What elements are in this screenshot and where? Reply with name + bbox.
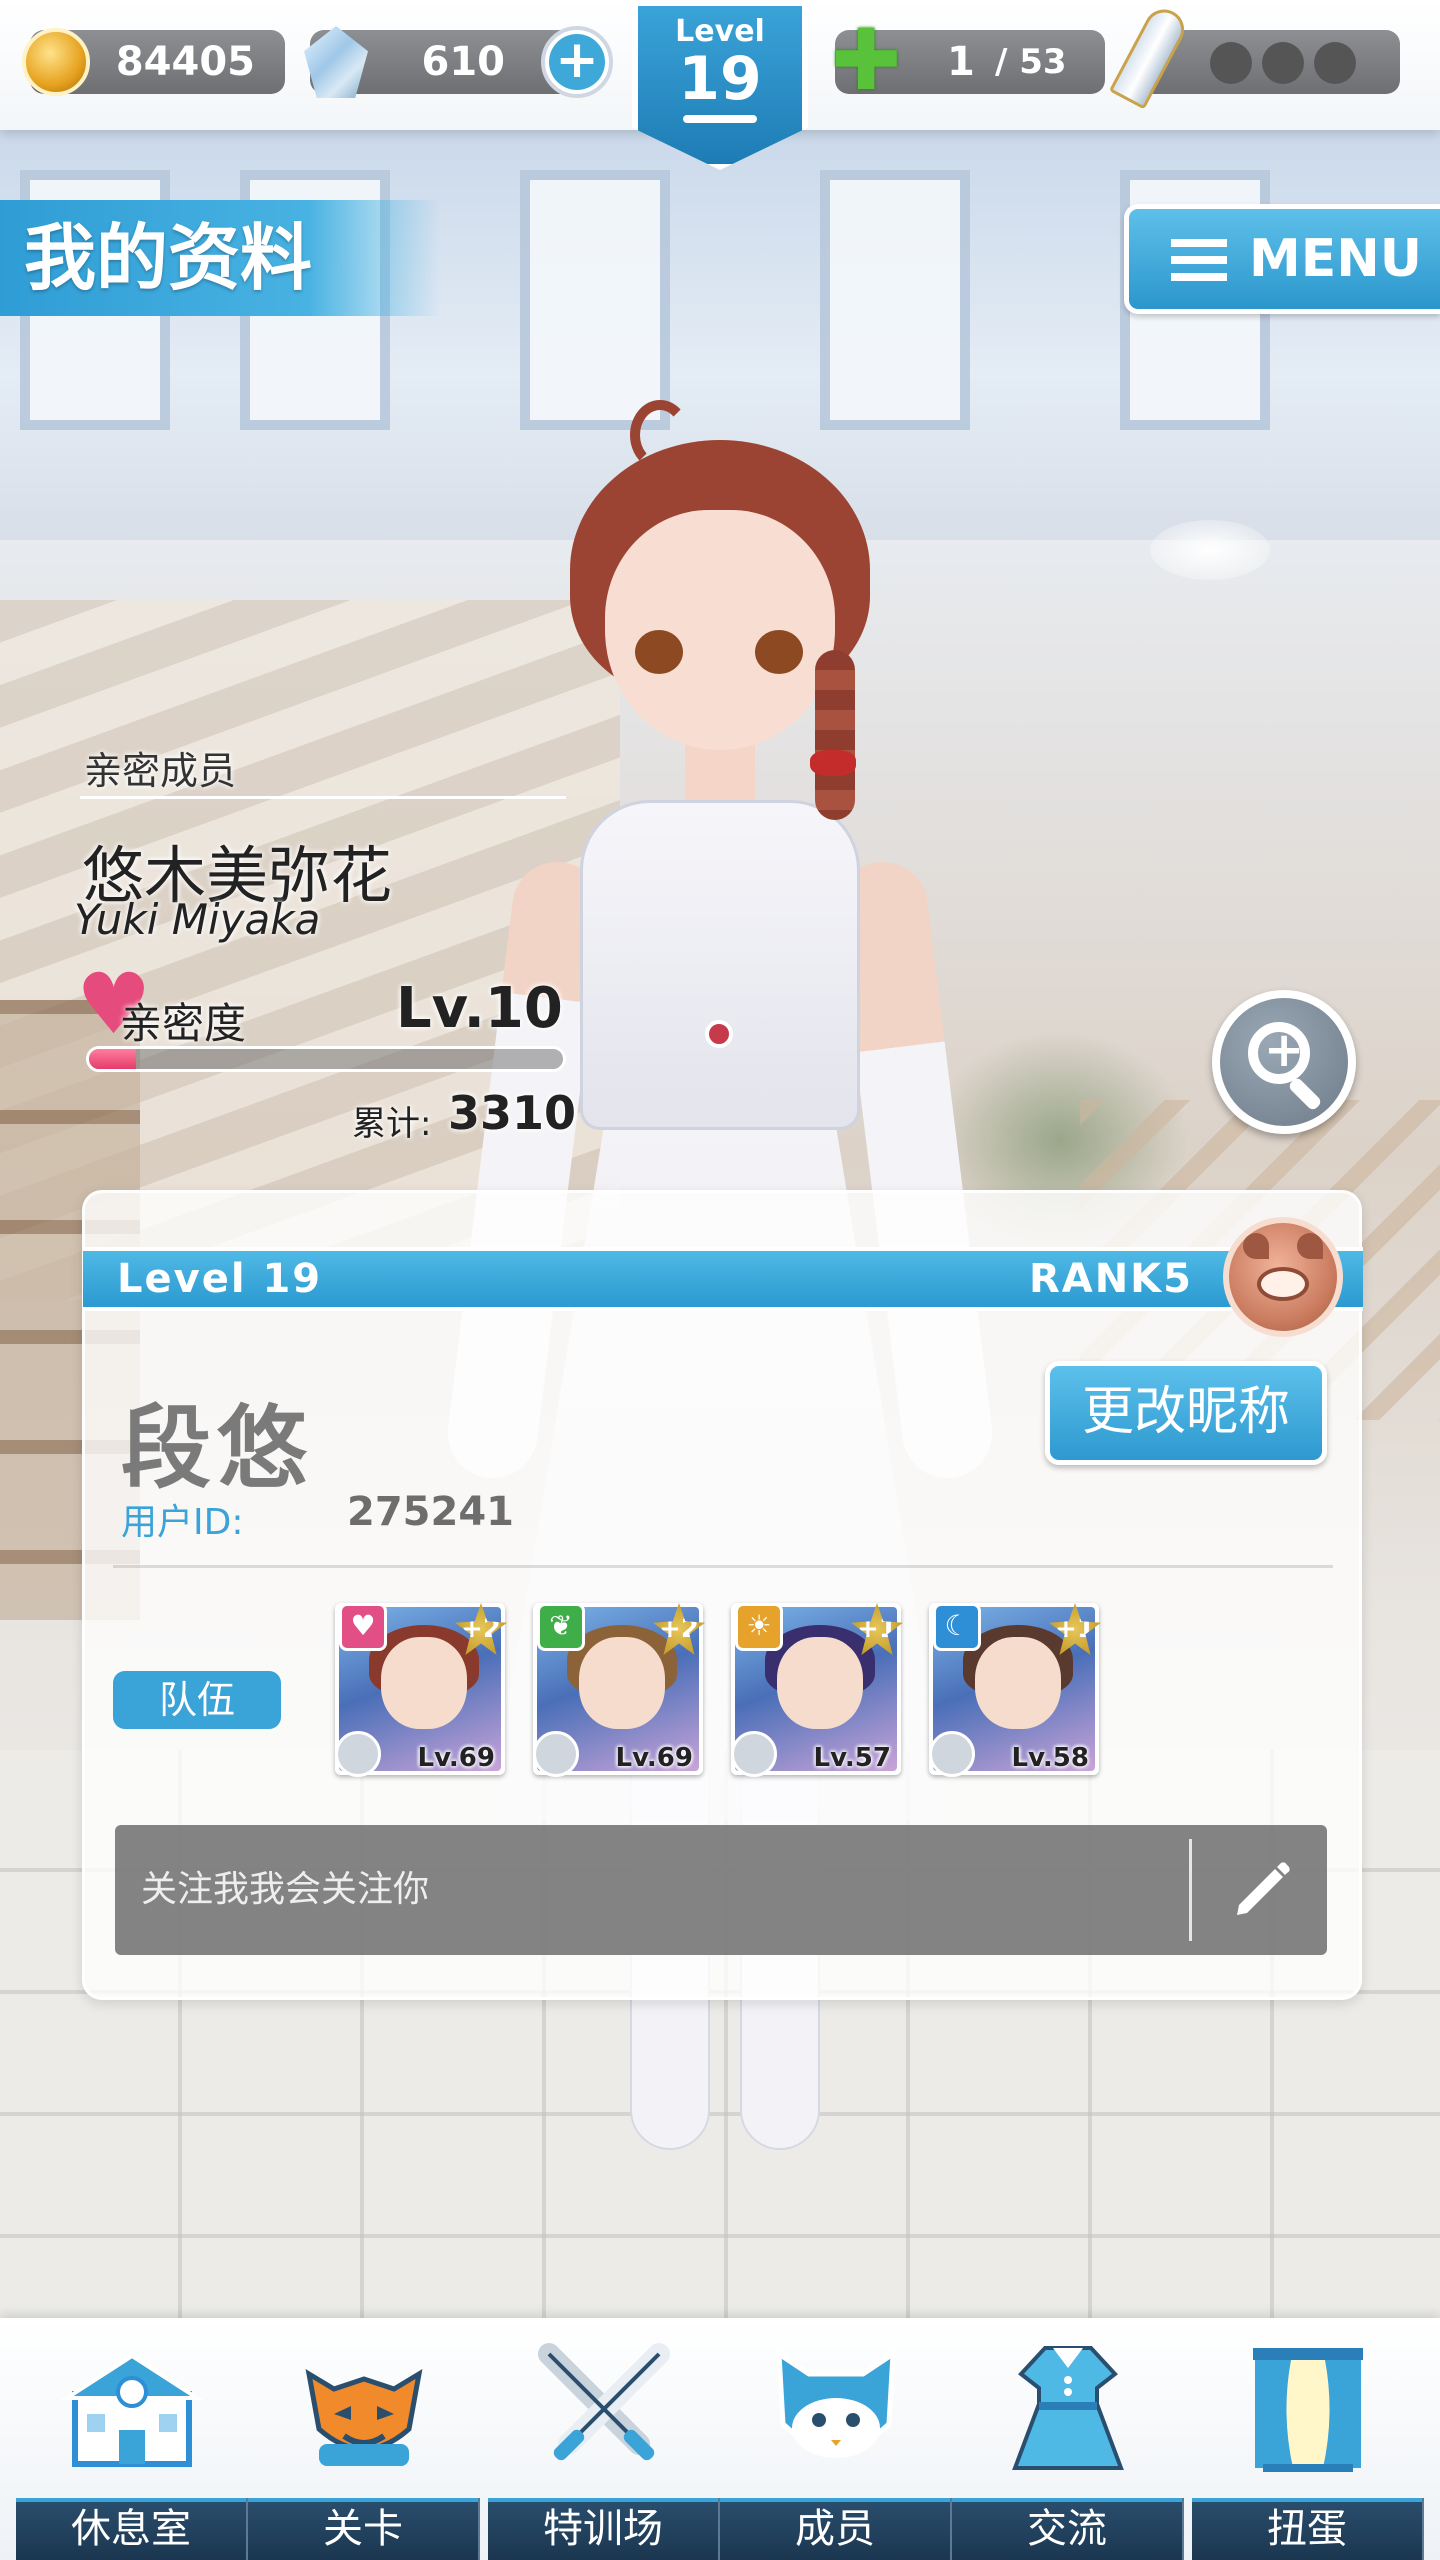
team-card[interactable]: ☀ +1 Lv.57 [731,1603,903,1777]
card-level: Lv.69 [417,1743,495,1773]
leaf-attr-icon: ❦ [537,1603,585,1651]
pencil-edit-icon[interactable] [1227,1853,1297,1923]
nav-stages[interactable]: 关卡 [248,2318,480,2560]
profile-message: 关注我我会关注你 [141,1869,430,1910]
team-card[interactable]: ❦ +2 Lv.69 [533,1603,705,1777]
zoom-button[interactable] [1212,990,1356,1134]
crossed-swords-icon [538,2343,670,2461]
green-plus-icon: ✚ [831,11,902,109]
menu-label: MENU [1249,229,1423,289]
affinity-level: Lv.10 [396,976,563,1041]
gem-value: 610 [421,39,506,85]
coin-value: 84405 [115,39,255,85]
character-name-roman: Yuki Miyaka [74,895,321,944]
affinity-label: 亲密度 [120,999,247,1048]
heart-attr-icon: ♥ [339,1603,387,1651]
curtain-window-icon [1253,2348,1363,2472]
affinity-progress-bar [86,1046,566,1072]
affinity-progress-fill [89,1049,137,1069]
menu-button[interactable]: MENU [1124,204,1440,314]
card-level: Lv.57 [813,1743,891,1773]
team-label: 队伍 [113,1671,281,1729]
affinity-subtitle: 亲密成员 [84,749,237,793]
stamina-counter[interactable]: ✚ 1 / 53 [831,18,1105,102]
coin-icon [22,28,90,96]
level-rank-banner: Level 19 RANK5 [83,1247,1363,1311]
gem-icon [304,26,368,98]
bottom-navigation: 休息室 关卡 特训场 成员 交流 扭蛋 [0,2318,1440,2560]
affinity-total-value: 3310 [448,1086,577,1140]
school-icon [60,2353,204,2467]
hamburger-icon [1171,239,1227,281]
monster-icon [305,2369,423,2466]
stamina-current: 1 [947,39,975,85]
profile-message-bar[interactable]: 关注我我会关注你 [115,1825,1327,1955]
nav-lounge[interactable]: 休息室 [16,2318,248,2560]
sword-ticket-counter[interactable] [1108,2,1400,110]
nav-social[interactable]: 交流 [952,2318,1184,2560]
card-level: Lv.58 [1011,1743,1089,1773]
gem-counter: 610 + [304,26,613,98]
affinity-total-label: 累计: [352,1104,432,1144]
player-nickname: 段悠 [121,1396,313,1501]
team-cards: ♥ +2 Lv.69 ❦ +2 Lv.69 ☀ +1 Lv.57 ☾ +1 Lv… [335,1603,1101,1777]
card-level: Lv.69 [615,1743,693,1773]
team-card[interactable]: ☾ +1 Lv.58 [929,1603,1101,1777]
page-title: 我的资料 [0,200,440,316]
sword-icon [1108,2,1192,110]
profile-rank: RANK5 [1028,1256,1193,1302]
zoom-in-icon [1248,1022,1310,1084]
nav-members[interactable]: 成员 [720,2318,952,2560]
stamina-max: / 53 [995,42,1067,82]
weapon-icon [533,1731,579,1777]
team-card[interactable]: ♥ +2 Lv.69 [335,1603,507,1777]
buy-gems-button[interactable]: + [541,26,613,98]
profile-level: Level 19 [117,1256,323,1302]
change-nickname-button[interactable]: 更改昵称 [1045,1361,1327,1465]
affinity-panel: 亲密成员 悠木美弥花 Yuki Miyaka ♥ 亲密度 Lv.10 累计: 3… [74,740,580,1160]
weapon-icon [335,1731,381,1777]
nav-training[interactable]: 特训场 [488,2318,720,2560]
moon-attr-icon: ☾ [933,1603,981,1651]
coin-counter: 84405 [22,28,285,96]
top-status-bar: 84405 610 + Level 19 ✚ 1 / 53 [0,0,1440,170]
profile-panel: Level 19 RANK5 段悠 用户ID: 275241 更改昵称 队伍 ♥… [82,1190,1363,2000]
plus-icon: + [549,34,605,90]
user-id-value: 275241 [347,1489,514,1535]
ticket-dots [1210,42,1356,84]
sun-attr-icon: ☀ [735,1603,783,1651]
weapon-icon [929,1731,975,1777]
weapon-icon [731,1731,777,1777]
nav-gacha[interactable]: 扭蛋 [1192,2318,1424,2560]
pig-rank-icon [1223,1217,1343,1337]
user-id-label: 用户ID: [121,1502,244,1543]
dress-icon [1012,2346,1124,2470]
cat-mascot-icon [776,2349,896,2458]
